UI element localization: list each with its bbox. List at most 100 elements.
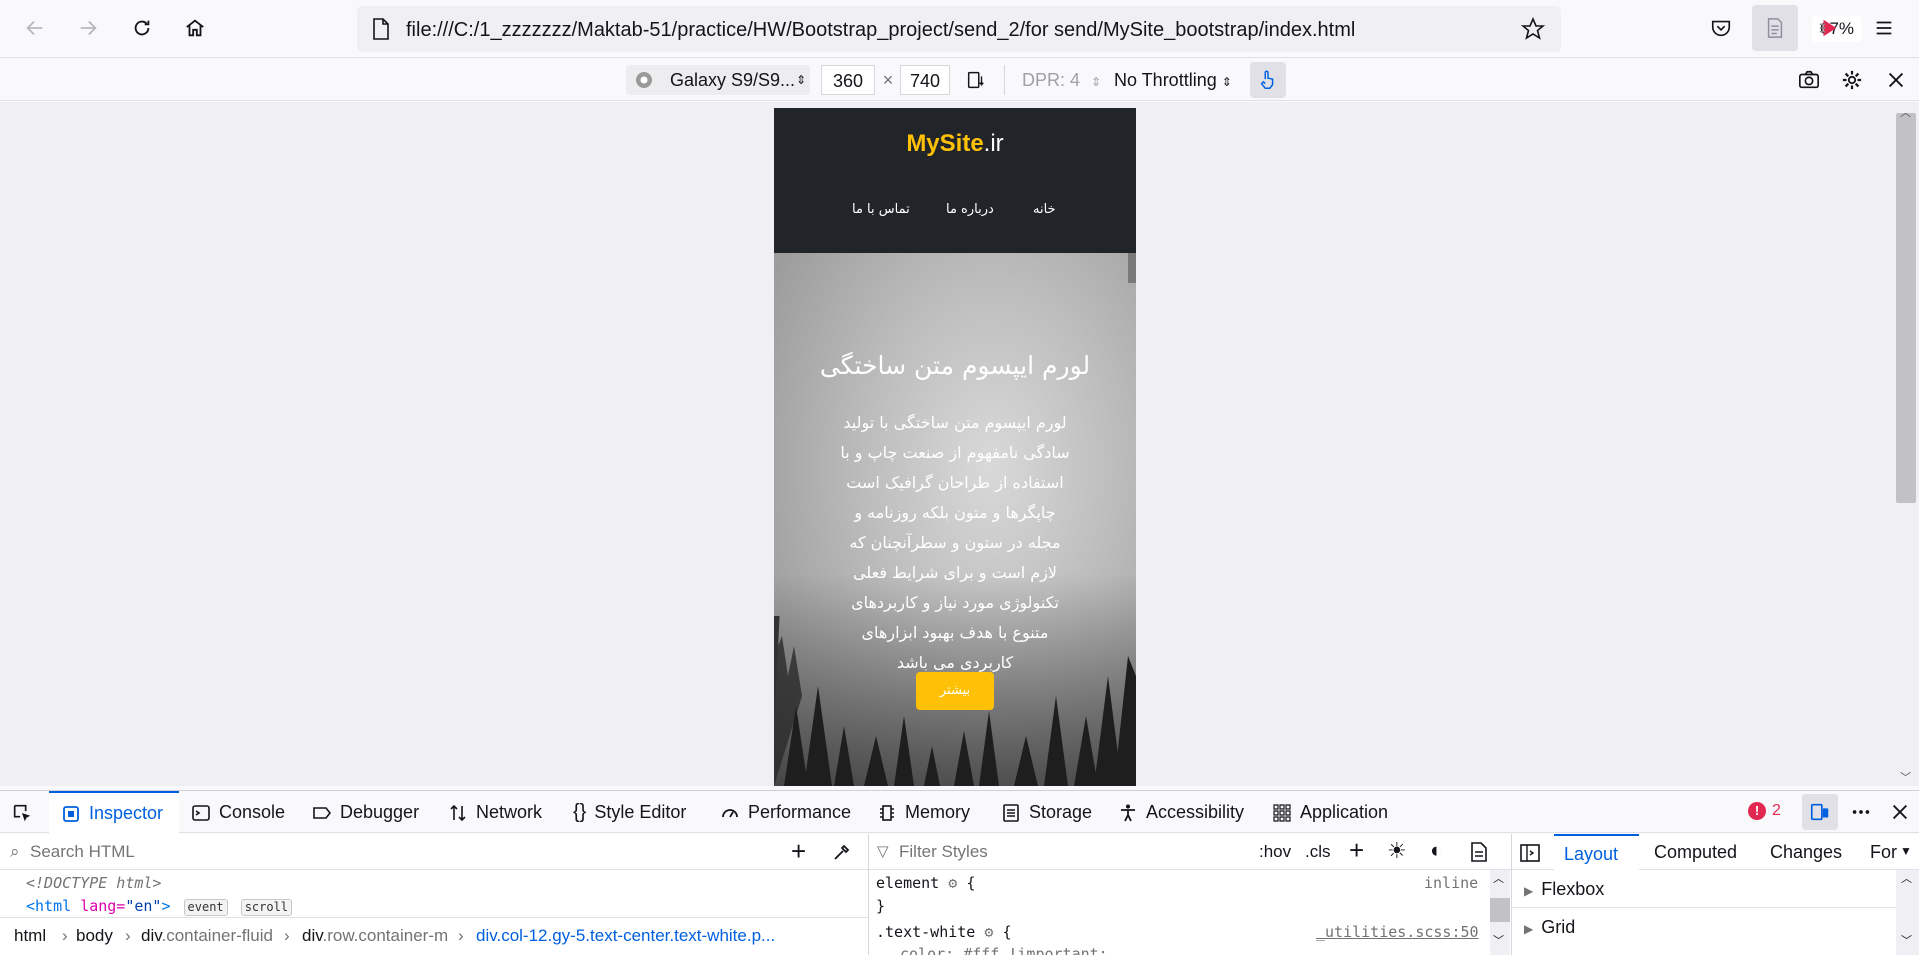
nav-link-home[interactable]: خانه: [1033, 202, 1056, 217]
application-icon: [1273, 803, 1291, 822]
rule-gear-icon[interactable]: ⚙: [948, 874, 957, 892]
hov-toggle[interactable]: :hov: [1259, 842, 1291, 862]
rule-source[interactable]: inline: [1424, 874, 1478, 892]
html-attr: lang=: [80, 897, 126, 915]
back-icon[interactable]: [17, 10, 53, 46]
breadcrumb-item-selected[interactable]: div.col-12.gy-5.text-center.text-white.p…: [476, 926, 775, 946]
rule-text-white[interactable]: .text-white ⚙ {: [876, 923, 1011, 941]
filter-styles-input[interactable]: [899, 840, 1199, 864]
doctype-line[interactable]: <!DOCTYPE html>: [26, 874, 161, 892]
star-icon[interactable]: [1521, 17, 1545, 41]
breadcrumb-separator: ›: [284, 926, 290, 945]
toggle-rdm-icon[interactable]: [1802, 794, 1838, 830]
nav-link-about[interactable]: درباره ما: [946, 202, 994, 217]
tab-computed[interactable]: Computed: [1654, 842, 1737, 863]
chevron-down-icon[interactable]: ▼: [1900, 844, 1912, 858]
rule-element[interactable]: element ⚙ {: [876, 874, 975, 892]
light-scheme-icon[interactable]: ☀: [1387, 838, 1407, 864]
more-options-icon[interactable]: [1843, 794, 1879, 830]
device-selector[interactable]: Galaxy S9/S9... ⇕: [626, 65, 810, 95]
error-counter[interactable]: ! 2: [1748, 802, 1781, 820]
tab-debugger[interactable]: Debugger: [312, 791, 419, 834]
tab-label: Style Editor: [594, 802, 687, 822]
rotate-icon[interactable]: [958, 62, 994, 98]
cls-toggle[interactable]: .cls: [1305, 842, 1331, 862]
breadcrumb-item[interactable]: body: [76, 926, 113, 946]
tab-changes[interactable]: Changes: [1770, 842, 1842, 863]
select-arrows-icon: ⇕: [796, 73, 807, 87]
tab-application[interactable]: Application: [1272, 791, 1388, 834]
breadcrumb-item[interactable]: div.container-fluid: [141, 926, 273, 946]
grid-section[interactable]: ▶ Grid: [1524, 917, 1575, 938]
scroll-down-icon[interactable]: ﹀: [1493, 932, 1504, 948]
throttling-selector[interactable]: No Throttling ⇕: [1114, 65, 1232, 95]
more-button[interactable]: بیشتر: [916, 672, 994, 710]
breadcrumb-item[interactable]: div.row.container-m: [302, 926, 448, 946]
url-text[interactable]: file:///C:/1_zzzzzzz/Maktab-51/practice/…: [406, 19, 1355, 42]
tab-label: Storage: [1029, 802, 1093, 822]
tab-accessibility[interactable]: Accessibility: [1118, 791, 1244, 834]
nav-link-contact[interactable]: تماس با ما: [852, 202, 910, 217]
url-bar[interactable]: file:///C:/1_zzzzzzz/Maktab-51/practice/…: [357, 6, 1863, 52]
hero-paragraph: لورم ایپسوم متن ساختگی با تولید سادگی نا…: [836, 408, 1074, 678]
event-badge[interactable]: event: [183, 899, 228, 916]
dpr-selector[interactable]: DPR: 4 ⇕: [1022, 65, 1101, 95]
touch-simulation-icon[interactable]: [1250, 62, 1286, 98]
site-brand[interactable]: MySite.ir: [774, 130, 1136, 158]
devtools-toolbar: Inspector Console Debugger Network {} St…: [0, 790, 1919, 834]
scroll-down-icon[interactable]: ﹀: [1901, 932, 1912, 948]
tab-layout[interactable]: Layout: [1554, 834, 1639, 870]
scroll-up-icon[interactable]: ︿: [1493, 870, 1504, 886]
toggle-sidebar-icon[interactable]: [1520, 844, 1540, 862]
brand-main: MySite: [906, 130, 984, 157]
screencast-icon[interactable]: [1811, 10, 1847, 46]
rule-declaration-partial[interactable]: color: #fff !important;: [900, 945, 1108, 955]
add-node-icon[interactable]: +: [791, 836, 806, 867]
screenshot-icon[interactable]: [1791, 62, 1827, 98]
tab-memory[interactable]: Memory: [877, 791, 970, 834]
scroll-down-icon[interactable]: ﹀: [1900, 769, 1911, 785]
hero-title: لورم ایپسوم متن ساختگی: [819, 351, 1091, 380]
eyedropper-icon[interactable]: [832, 842, 852, 862]
filter-icon: ▽: [877, 843, 889, 860]
search-html-input[interactable]: [30, 840, 770, 864]
tab-style-editor[interactable]: {} Style Editor: [573, 791, 686, 834]
element-picker-icon[interactable]: [4, 795, 40, 831]
scroll-up-icon[interactable]: ︿: [1900, 104, 1911, 120]
page-scrollbar-thumb[interactable]: [1896, 113, 1916, 503]
home-icon[interactable]: [177, 10, 213, 46]
width-input[interactable]: 360: [821, 65, 875, 95]
scroll-up-icon[interactable]: ︿: [1901, 870, 1912, 886]
height-input[interactable]: 740: [900, 65, 950, 95]
close-devtools-icon[interactable]: [1882, 794, 1918, 830]
breadcrumb-item[interactable]: html: [14, 926, 46, 946]
reader-view-icon[interactable]: [1752, 5, 1798, 51]
rule-source-link[interactable]: _utilities.scss:50: [1316, 923, 1479, 941]
tab-console[interactable]: Console: [191, 791, 285, 834]
tab-performance[interactable]: Performance: [720, 791, 851, 834]
tab-storage[interactable]: Storage: [1001, 791, 1092, 834]
breadcrumb-separator: ›: [125, 926, 131, 945]
tab-inspector[interactable]: Inspector: [49, 791, 179, 834]
pocket-icon[interactable]: [1703, 10, 1739, 46]
tab-label: Performance: [748, 802, 852, 822]
scroll-badge[interactable]: scroll: [240, 899, 293, 916]
flexbox-section[interactable]: ▶ Flexbox: [1524, 879, 1604, 900]
dark-scheme-icon[interactable]: ◐: [1430, 839, 1443, 863]
reload-icon[interactable]: [124, 10, 160, 46]
style-editor-icon: {}: [573, 801, 587, 823]
close-rdm-icon[interactable]: [1878, 62, 1914, 98]
hero-line: استفاده از طراحان گرافیک است: [846, 473, 1064, 492]
rule-gear-icon[interactable]: ⚙: [984, 923, 993, 941]
print-simulation-icon[interactable]: [1470, 842, 1488, 862]
add-rule-icon[interactable]: +: [1349, 835, 1364, 866]
hero-scrollbar[interactable]: [1128, 253, 1136, 283]
tab-fonts[interactable]: For: [1870, 842, 1897, 863]
tab-network[interactable]: Network: [448, 791, 542, 834]
select-arrows-icon: ⇕: [1091, 75, 1102, 89]
rules-scrollbar-thumb[interactable]: [1490, 898, 1510, 922]
html-node-line[interactable]: <html lang="en"> event scroll: [26, 897, 293, 916]
forward-icon[interactable]: [70, 10, 106, 46]
settings-gear-icon[interactable]: [1834, 62, 1870, 98]
menu-icon[interactable]: [1866, 10, 1902, 46]
